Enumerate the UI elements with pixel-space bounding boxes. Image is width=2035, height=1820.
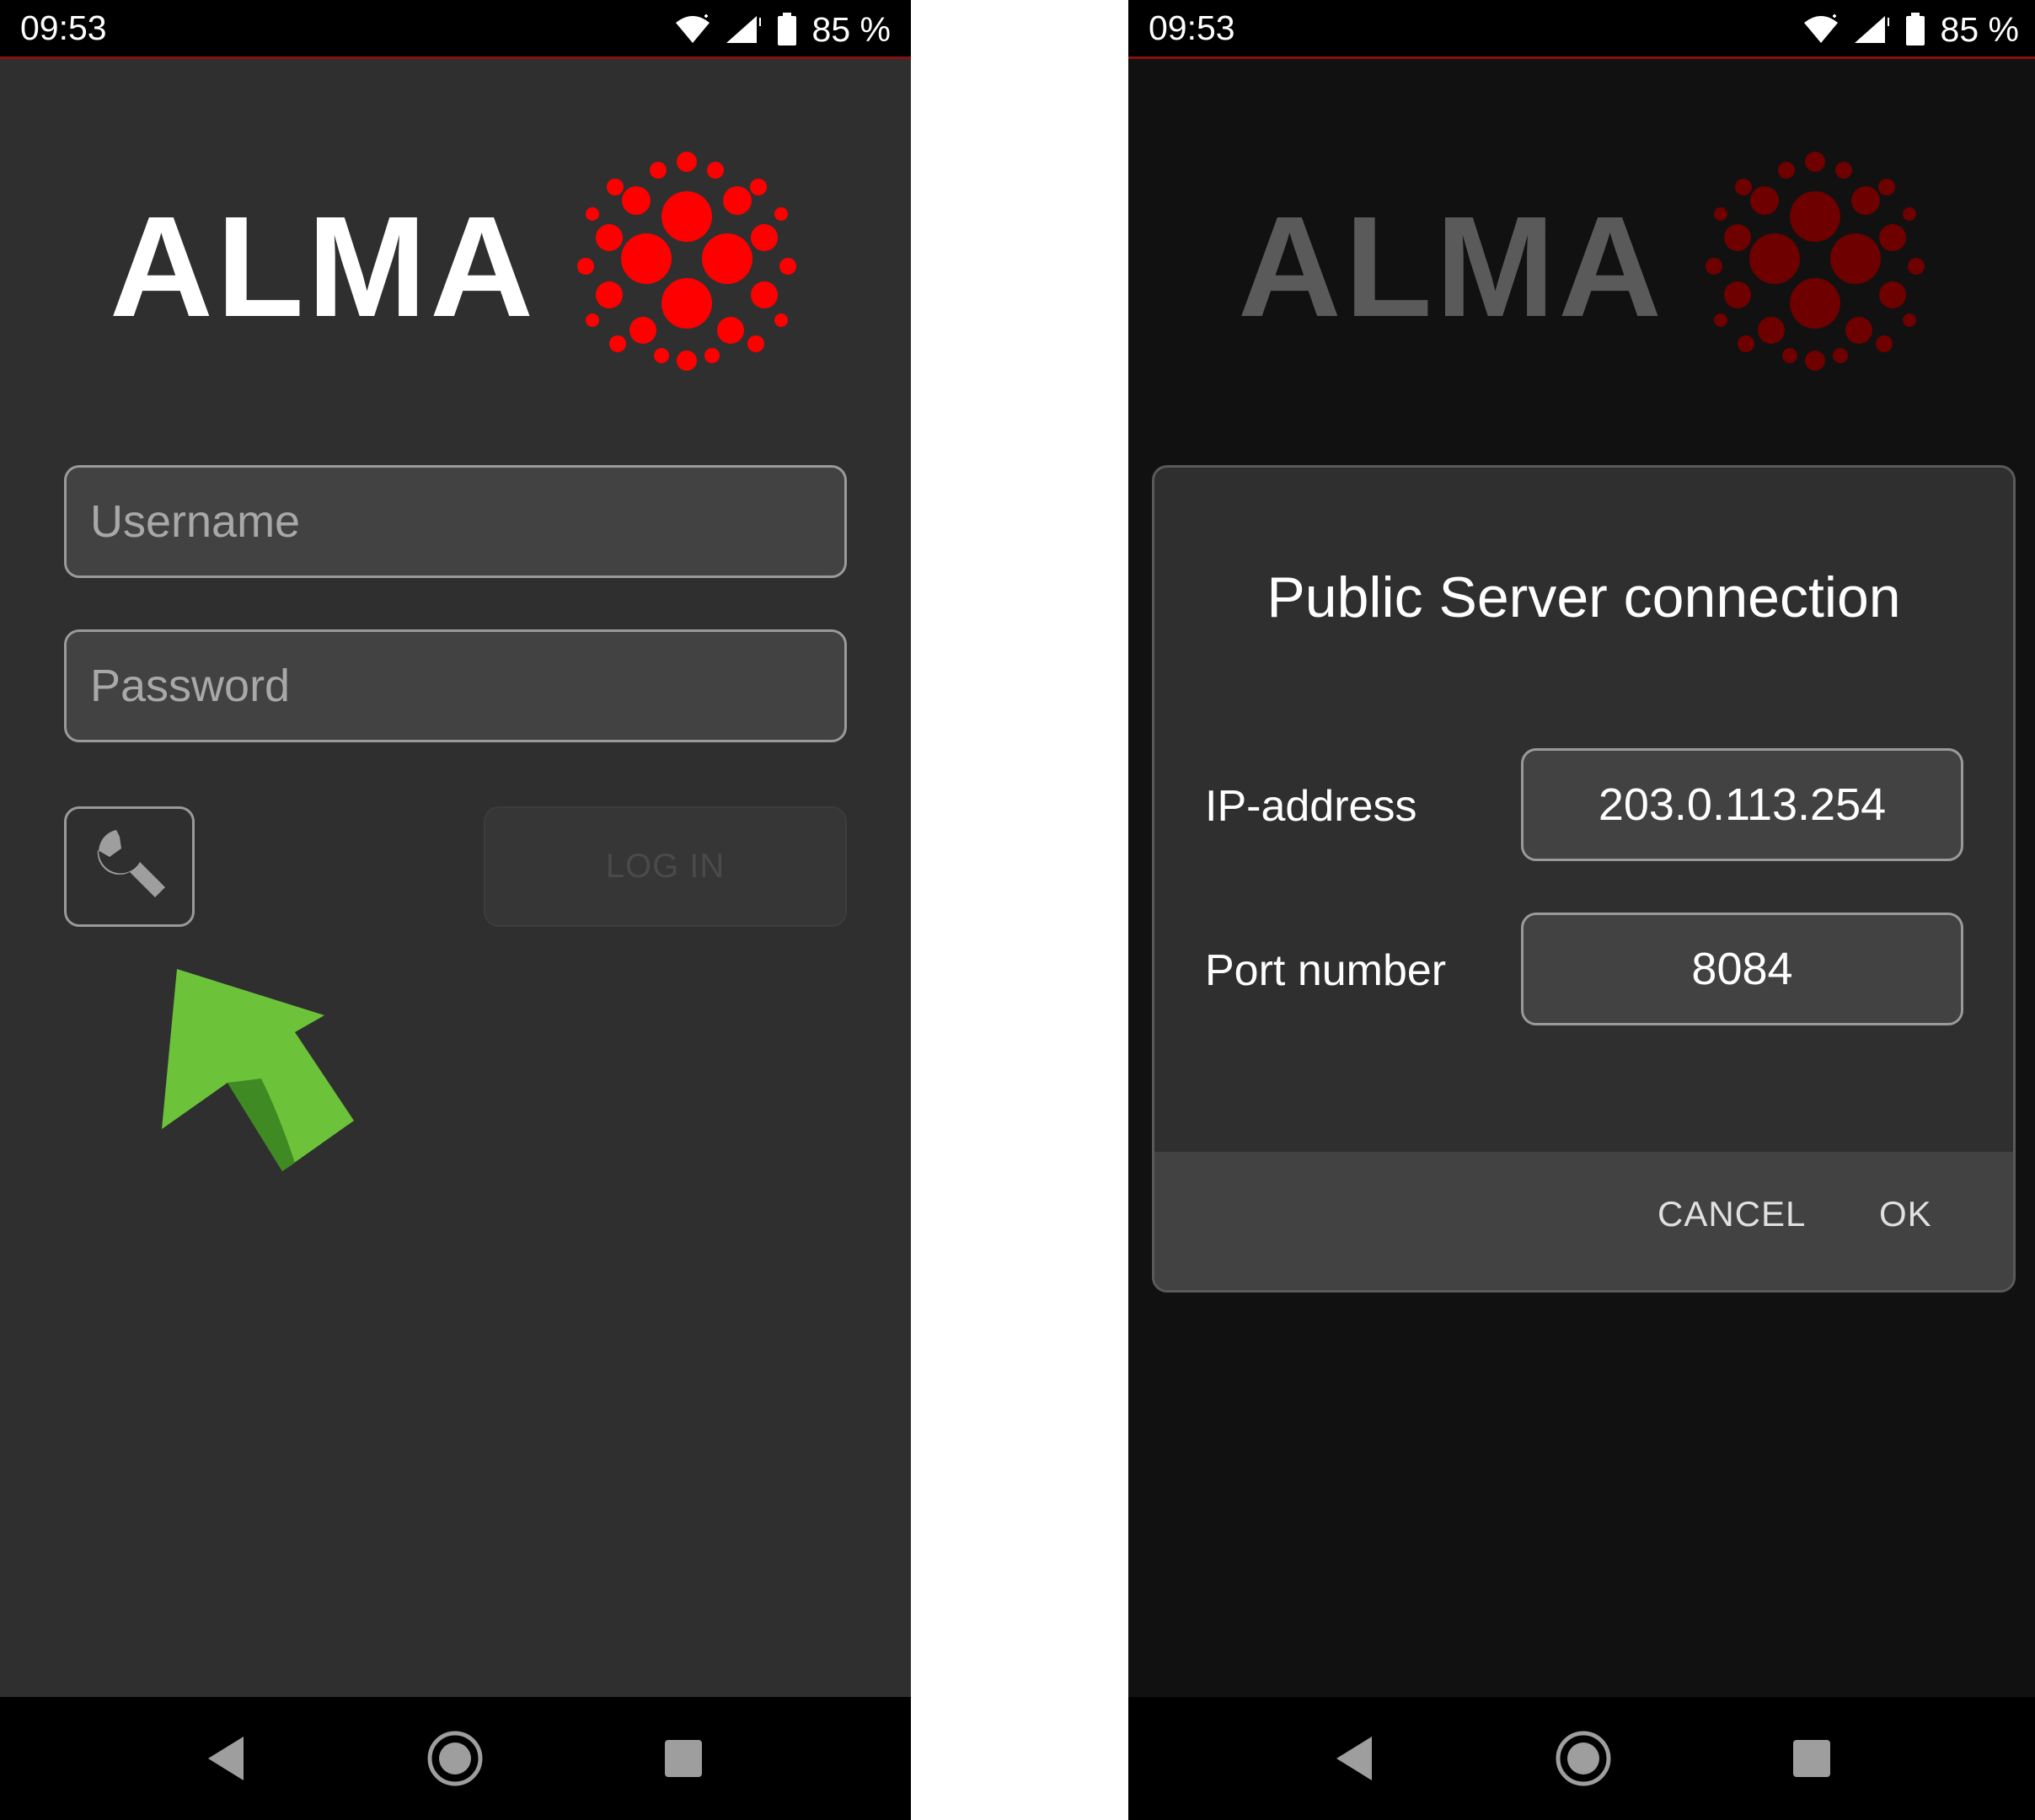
port-number-label: Port number — [1205, 946, 1447, 995]
wifi-icon — [1803, 14, 1838, 43]
dialog-title: Public Server connection — [1267, 565, 1901, 629]
home-icon — [427, 1731, 483, 1786]
home-button[interactable] — [409, 1697, 501, 1820]
cancel-button[interactable]: CANCEL — [1657, 1194, 1806, 1234]
wifi-icon — [675, 14, 710, 43]
status-bar: 09:53 85 % — [1128, 0, 2035, 59]
port-number-input[interactable] — [1521, 913, 1963, 1025]
back-button[interactable] — [179, 1697, 272, 1820]
login-button[interactable]: LOG IN — [484, 806, 847, 927]
battery-percentage: 85 % — [811, 9, 891, 49]
server-settings-button[interactable] — [64, 806, 195, 927]
back-icon — [208, 1737, 244, 1780]
ok-button[interactable]: OK — [1879, 1194, 1932, 1234]
login-screen: 09:53 85 % ALMA Username LOG IN — [0, 0, 911, 1820]
navigation-bar — [0, 1697, 911, 1820]
recents-icon — [1793, 1740, 1830, 1777]
recents-button[interactable] — [1765, 1697, 1858, 1820]
recents-icon — [665, 1740, 702, 1777]
password-input[interactable] — [64, 629, 847, 742]
logo-wordmark: ALMA — [110, 187, 537, 347]
wrench-icon — [97, 829, 165, 897]
server-settings-screen: 09:53 85 % ALMA Public Server connection… — [1128, 0, 2035, 1820]
alma-logo: ALMA — [1238, 152, 1925, 371]
back-icon — [1336, 1737, 1372, 1780]
navigation-bar — [1128, 1697, 2035, 1820]
username-input[interactable] — [64, 465, 847, 578]
status-time: 09:53 — [1149, 8, 1235, 47]
dialog-button-bar: CANCEL OK — [1154, 1152, 2013, 1290]
alma-logo: ALMA — [110, 152, 796, 371]
signal-icon — [1854, 16, 1889, 43]
home-button[interactable] — [1537, 1697, 1630, 1820]
battery-icon — [777, 13, 796, 46]
recents-button[interactable] — [637, 1697, 730, 1820]
ip-address-label: IP-address — [1205, 782, 1417, 831]
status-time: 09:53 — [20, 8, 107, 47]
logo-wordmark: ALMA — [1238, 187, 1665, 347]
battery-percentage: 85 % — [1940, 9, 2019, 49]
hint-arrow-icon — [162, 969, 354, 1171]
signal-icon — [726, 16, 761, 43]
server-connection-dialog: Public Server connection IP-address Port… — [1152, 465, 2016, 1293]
battery-icon — [1905, 13, 1925, 46]
status-bar: 09:53 85 % — [0, 0, 911, 59]
ip-address-input[interactable] — [1521, 748, 1963, 861]
home-icon — [1556, 1731, 1611, 1786]
back-button[interactable] — [1308, 1697, 1400, 1820]
